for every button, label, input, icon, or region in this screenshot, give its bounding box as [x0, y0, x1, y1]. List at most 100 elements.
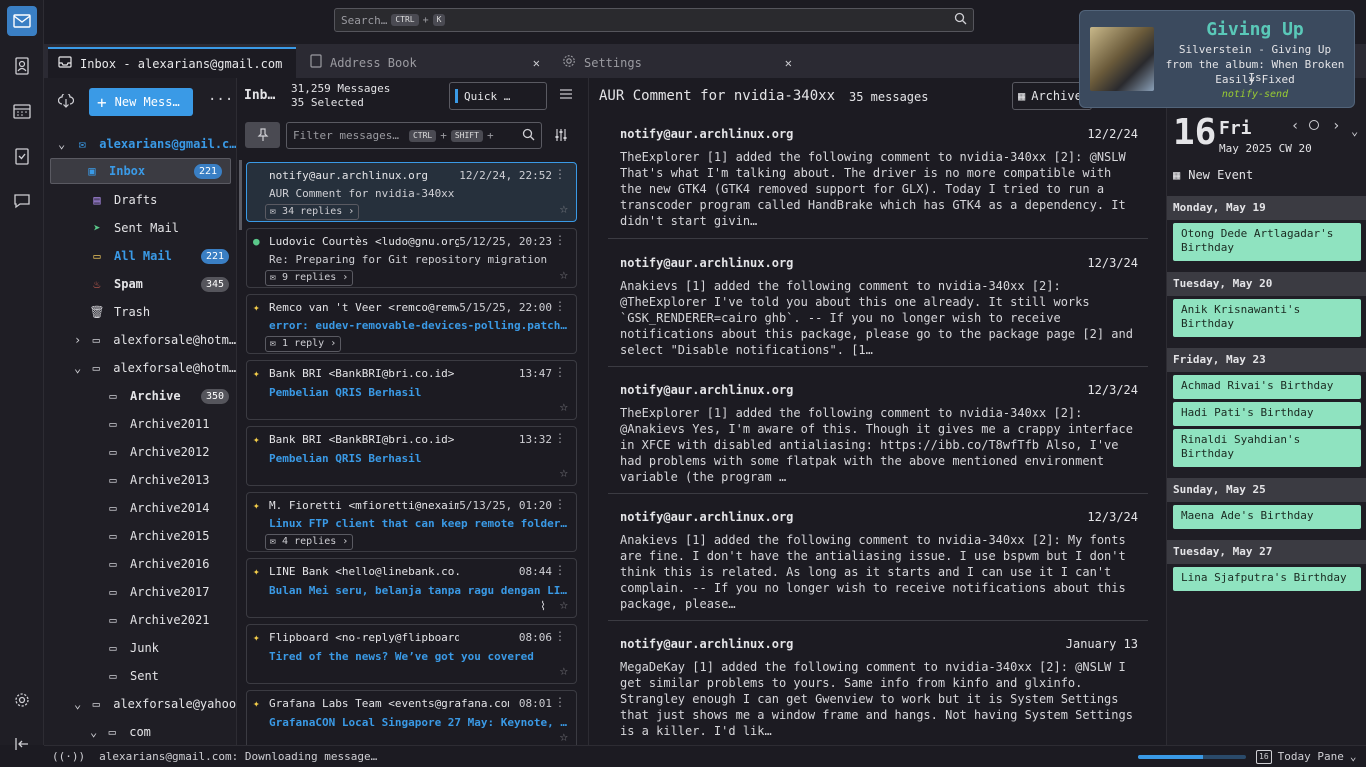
mail-icon[interactable]	[7, 6, 37, 36]
folder-archive2011[interactable]: ▭ Archive2011	[44, 411, 236, 437]
chevron-down-icon[interactable]: ⌄	[1351, 124, 1358, 138]
close-icon[interactable]: ✕	[785, 56, 792, 70]
conversation-message[interactable]: notify@aur.archlinux.org 12/3/24 TheExpl…	[608, 367, 1148, 494]
agenda-event[interactable]: Anik Krisnawanti's Birthday	[1173, 299, 1361, 337]
chevron-down-icon[interactable]: ⌄	[74, 361, 81, 375]
star-icon[interactable]: ☆	[560, 267, 568, 283]
folder-alexforsale-hotmail-2[interactable]: ⌄ ▭ alexforsale@hotm…	[44, 355, 236, 381]
account-gmail[interactable]: ⌄ ✉ alexarians@gmail.c…	[44, 131, 236, 157]
search-icon[interactable]	[954, 12, 967, 28]
star-icon[interactable]: ☆	[560, 465, 568, 481]
folder-alexforsale-yahoo[interactable]: ⌄ ▭ alexforsale@yahoo	[44, 691, 236, 717]
star-icon[interactable]: ☆	[560, 729, 568, 745]
folder-alexforsale-hotmail-1[interactable]: › ▭ alexforsale@hotm…	[44, 327, 236, 353]
thread-card[interactable]: ● Ludovic Courtès <ludo@gnu.org> 5/12/25…	[246, 228, 577, 288]
agenda-event[interactable]: Maena Ade's Birthday	[1173, 505, 1361, 529]
thread-card[interactable]: ✦ Flipboard <no-reply@flipboard.com> 08:…	[246, 624, 577, 684]
star-icon[interactable]: ☆	[560, 201, 568, 217]
replies-button[interactable]: ✉ 1 reply ›	[265, 336, 342, 352]
new-event-button[interactable]: ▦ New Event	[1173, 168, 1253, 182]
folder-archive2021[interactable]: ▭ Archive2021	[44, 607, 236, 633]
star-icon[interactable]: ☆	[560, 663, 568, 679]
conversation-message[interactable]: notify@aur.archlinux.org 12/3/24 Anakiev…	[608, 239, 1148, 367]
address-book-icon[interactable]	[7, 51, 37, 81]
chevron-down-icon[interactable]: ⌄	[74, 697, 81, 711]
agenda-event[interactable]: Achmad Rivai's Birthday	[1173, 375, 1361, 399]
chevron-down-icon[interactable]: ⌄	[1350, 750, 1357, 763]
thread-card[interactable]: ✦ LINE Bank <hello@linebank.co.id> 08:44…	[246, 558, 577, 618]
replies-button[interactable]: ✉ 34 replies ›	[265, 204, 360, 220]
chevron-down-icon[interactable]: ⌄	[58, 137, 65, 151]
chevron-right-icon[interactable]: ›	[74, 333, 81, 347]
star-icon[interactable]: ☆	[560, 399, 568, 415]
collapse-spaces-icon[interactable]	[7, 729, 37, 759]
thread-card[interactable]: ✦ M. Fioretti <mfioretti@nexaima… 5/13/2…	[246, 492, 577, 552]
folder-archive2016[interactable]: ▭ Archive2016	[44, 551, 236, 577]
global-search-input[interactable]: Search… CTRL + K	[334, 8, 974, 32]
tab-inbox[interactable]: Inbox - alexarians@gmail.com	[48, 47, 296, 78]
conversation-message[interactable]: notify@aur.archlinux.org 12/2/24 TheExpl…	[608, 115, 1148, 239]
close-icon[interactable]: ✕	[533, 56, 540, 70]
folder-spam[interactable]: ♨ Spam 345	[44, 271, 236, 297]
folder-archive2014[interactable]: ▭ Archive2014	[44, 495, 236, 521]
folder-sent[interactable]: ▭ Sent	[44, 663, 236, 689]
folder-archive2017[interactable]: ▭ Archive2017	[44, 579, 236, 605]
tasks-icon[interactable]	[7, 141, 37, 171]
settings-gear-icon[interactable]	[7, 685, 37, 715]
agenda-event[interactable]: Hadi Pati's Birthday	[1173, 402, 1361, 426]
tab-settings[interactable]: Settings ✕	[552, 47, 802, 78]
agenda-event[interactable]: Otong Dede Artlagadar's Birthday	[1173, 223, 1361, 261]
search-icon[interactable]	[522, 128, 535, 144]
conversation-message[interactable]: notify@aur.archlinux.org January 13 Mega…	[608, 621, 1148, 745]
chevron-left-icon[interactable]: ‹	[1291, 118, 1299, 134]
more-icon[interactable]: ⋮	[554, 365, 566, 379]
folder-junk[interactable]: ▭ Junk	[44, 635, 236, 661]
thread-card[interactable]: ✦ Remco van 't Veer <remco@remwo… 5/15/2…	[246, 294, 577, 354]
get-messages-icon[interactable]	[57, 92, 75, 111]
thread-card[interactable]: ✦ Grafana Labs Team <events@grafana.com>…	[246, 690, 577, 745]
folder-archive2012[interactable]: ▭ Archive2012	[44, 439, 236, 465]
chevron-right-icon[interactable]: ›	[1332, 118, 1340, 134]
agenda-event[interactable]: Lina Sjafputra's Birthday	[1173, 567, 1361, 591]
thread-card[interactable]: notify@aur.archlinux.org 12/2/24, 22:52 …	[246, 162, 577, 222]
thread-scrollbar[interactable]	[239, 160, 242, 230]
more-icon[interactable]: ⋮	[554, 431, 566, 445]
tab-address-book[interactable]: Address Book ✕	[300, 47, 550, 78]
filter-settings-icon[interactable]	[554, 128, 568, 145]
replies-button[interactable]: ✉ 4 replies ›	[265, 534, 354, 550]
today-pane-toggle[interactable]: 16 Today Pane ⌄	[1256, 749, 1357, 764]
more-icon[interactable]: ⋮	[554, 299, 566, 313]
desktop-notification[interactable]: Giving Up Silverstein - Giving Up from t…	[1079, 10, 1355, 108]
more-icon[interactable]: ⋮	[554, 695, 566, 709]
calendar-icon[interactable]	[7, 96, 37, 126]
more-icon[interactable]: ⋮	[554, 167, 566, 181]
thread-card[interactable]: ✦ Bank BRI <BankBRI@bri.co.id> 13:32 ⋮ P…	[246, 426, 577, 486]
folder-drafts[interactable]: ▤ Drafts	[44, 187, 236, 213]
folder-all-mail[interactable]: ▭ All Mail 221	[44, 243, 236, 269]
more-icon[interactable]: ⋮	[554, 629, 566, 643]
replies-button[interactable]: ✉ 9 replies ›	[265, 270, 354, 286]
chat-icon[interactable]	[7, 186, 37, 216]
folder-inbox[interactable]: ▣ Inbox 221	[50, 158, 231, 184]
filter-messages-input[interactable]: Filter messages… CTRL + SHIFT +	[286, 122, 542, 149]
folder-com[interactable]: ⌄ ▭ com	[44, 719, 236, 745]
folder-archive2013[interactable]: ▭ Archive2013	[44, 467, 236, 493]
chevron-down-icon[interactable]: ⌄	[90, 725, 97, 739]
folder-archive[interactable]: ▭ Archive 350	[44, 383, 236, 409]
folder-pane-menu-icon[interactable]: ···	[208, 92, 233, 108]
more-icon[interactable]: ⋮	[554, 497, 566, 511]
sticky-filter-pin-icon[interactable]	[245, 122, 280, 148]
star-icon[interactable]: ☆	[560, 597, 568, 613]
new-message-button[interactable]: + New Mess…	[89, 88, 193, 116]
folder-archive2015[interactable]: ▭ Archive2015	[44, 523, 236, 549]
today-circle-icon[interactable]	[1309, 120, 1319, 130]
quick-filter-button[interactable]: Quick …	[449, 82, 547, 110]
agenda-event[interactable]: Rinaldi Syahdian's Birthday	[1173, 429, 1361, 467]
thread-card[interactable]: ✦ Bank BRI <BankBRI@bri.co.id> 13:47 ⋮ P…	[246, 360, 577, 420]
folder-sent-mail[interactable]: ➤ Sent Mail	[44, 215, 236, 241]
display-options-icon[interactable]	[559, 88, 573, 103]
folder-trash[interactable]: 🗑 Trash	[44, 299, 236, 325]
more-icon[interactable]: ⋮	[554, 563, 566, 577]
more-icon[interactable]: ⋮	[554, 233, 566, 247]
conversation-message[interactable]: notify@aur.archlinux.org 12/3/24 Anakiev…	[608, 494, 1148, 621]
